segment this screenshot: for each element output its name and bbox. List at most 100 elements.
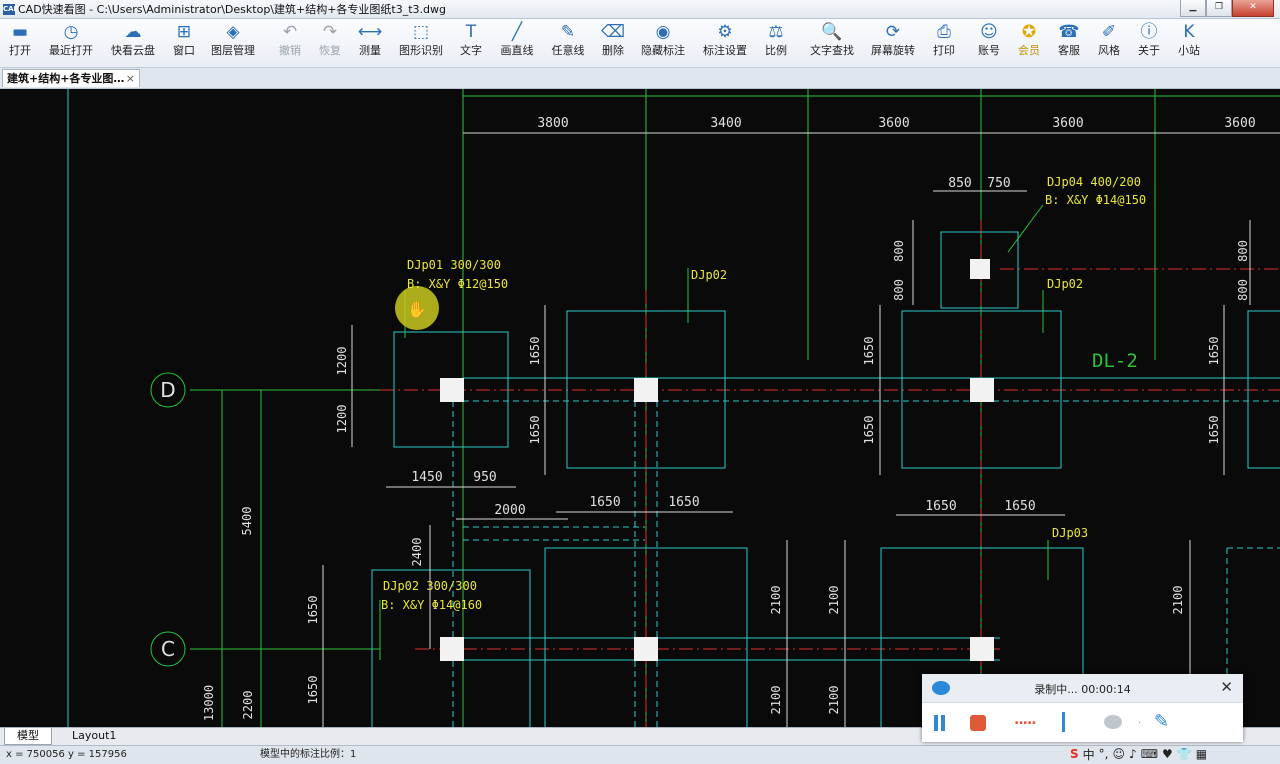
coordinates-readout: x = 750056 y = 157956	[6, 749, 127, 760]
dim-text: 2000	[494, 503, 525, 518]
minimize-button[interactable]: ▁	[1180, 0, 1206, 17]
site-icon: K	[1183, 22, 1195, 42]
close-tab-icon[interactable]: ×	[126, 70, 135, 87]
toolbar-button-site[interactable]: K 小站	[1159, 21, 1219, 65]
dim-text: 750	[987, 176, 1010, 191]
dim-text: 3600	[1224, 116, 1255, 131]
pencil-icon[interactable]: ✎	[1154, 711, 1169, 732]
toolbar-button-scale[interactable]: ⚖ 比例	[746, 21, 806, 65]
drawing-canvas[interactable]: ✋ 3800 3400 3600 3600 3600 850 750 1450 …	[0, 89, 1280, 727]
dim-text: 800	[892, 240, 906, 262]
tab-layout1[interactable]: Layout1	[60, 728, 128, 744]
window-controls: ▁ ❐ ✕	[1180, 0, 1274, 17]
column	[970, 259, 990, 279]
dim-text: 1450	[411, 470, 442, 485]
document-tab-label: 建筑+结构+各专业图…	[7, 72, 125, 85]
tray-item[interactable]: °,	[1099, 747, 1109, 761]
beam-label: DL-2	[1092, 350, 1138, 372]
webcam-icon[interactable]	[1104, 715, 1122, 729]
toolbar-button-label: 最近打开	[49, 44, 93, 57]
toolbar-button-label: 图层管理	[211, 44, 255, 57]
column	[634, 637, 658, 661]
dim-text: 2400	[410, 538, 424, 567]
column	[440, 637, 464, 661]
tray-item[interactable]: ♪	[1129, 747, 1137, 761]
tray-item[interactable]: 👕	[1177, 747, 1192, 761]
footing-label: DJp02	[691, 268, 727, 282]
toolbar-button-clock[interactable]: ◷ 最近打开	[41, 21, 101, 65]
dim-text: 5400	[240, 507, 254, 536]
footing-label: DJp02 300/300	[383, 579, 477, 593]
dim-text: 800	[892, 279, 906, 301]
hand-cursor-icon: ✋	[407, 300, 427, 319]
dim-text: 1650	[528, 416, 542, 445]
footing-label: DJp03	[1052, 526, 1088, 540]
close-icon[interactable]: ✕	[1220, 678, 1233, 696]
system-tray: S 中 °, ☺ ♪ ⌨ ♥ 👕 ▦	[1070, 745, 1207, 763]
dim-text: 1650	[862, 337, 876, 366]
toolbar-button-layers[interactable]: ◈ 图层管理	[203, 21, 263, 65]
annotation-scale-text: 模型中的标注比例：1	[260, 749, 357, 760]
dim-text: 13000	[202, 685, 216, 721]
toolbar-button-text-search[interactable]: 🔍 文字查找	[802, 21, 862, 65]
recorder-level-dots: .....	[1014, 712, 1037, 728]
dim-text: 800	[1236, 279, 1250, 301]
dim-text: 1200	[335, 405, 349, 434]
dim-text: 2100	[769, 686, 783, 715]
recording-status: 录制中... 00:00:14	[1034, 683, 1131, 696]
dim-text: 950	[473, 470, 496, 485]
pen-tool-icon[interactable]	[1062, 712, 1077, 732]
dim-text: 1650	[862, 416, 876, 445]
chevron-down-icon[interactable]: ·	[1138, 718, 1141, 729]
tray-item[interactable]: ⌨	[1141, 747, 1158, 761]
column	[440, 378, 464, 402]
footing-label: B: X&Y Φ14@150	[1045, 193, 1146, 207]
toolbar-button-eye[interactable]: ◉ 隐藏标注	[633, 21, 693, 65]
column	[970, 378, 994, 402]
dim-text: 3800	[537, 116, 568, 131]
tray-item[interactable]: ☺	[1113, 747, 1126, 761]
dim-text: 2100	[827, 686, 841, 715]
clock-icon: ◷	[63, 22, 79, 42]
dim-text: 2100	[1171, 586, 1185, 615]
toolbar-button-label: 文字查找	[810, 44, 854, 57]
dim-text: 2100	[769, 586, 783, 615]
tray-item[interactable]: ▦	[1196, 747, 1207, 761]
dim-text: 2200	[241, 691, 255, 720]
column	[634, 378, 658, 402]
footing-label: DJp01 300/300	[407, 258, 501, 272]
grid-label-c: C	[161, 637, 175, 661]
stop-icon[interactable]	[970, 715, 986, 731]
tray-item[interactable]: ♥	[1162, 747, 1173, 761]
restore-button[interactable]: ❐	[1206, 0, 1232, 17]
document-tab[interactable]: 建筑+结构+各专业图… ×	[2, 69, 140, 87]
dim-text: 1650	[306, 596, 320, 625]
dim-text: 3600	[1052, 116, 1083, 131]
tray-item[interactable]: 中	[1083, 746, 1095, 763]
dim-text: 800	[1236, 240, 1250, 262]
dim-text: 1650	[528, 337, 542, 366]
dim-text: 1200	[335, 347, 349, 376]
ime-logo-icon[interactable]: S	[1070, 747, 1079, 761]
tab-model[interactable]: 模型	[4, 728, 52, 745]
dim-text: 1650	[668, 495, 699, 510]
toolbar-button-label: 小站	[1178, 44, 1200, 57]
text-search-icon: 🔍	[821, 22, 843, 42]
column	[970, 637, 994, 661]
footing-label: DJp04 400/200	[1047, 175, 1141, 189]
screen-recorder-panel: 录制中... 00:00:14 ✕ ..... · ✎	[922, 674, 1243, 742]
window-title: CAD快速看图 - C:\Users\Administrator\Desktop…	[18, 3, 447, 16]
title-bar: CAD CAD快速看图 - C:\Users\Administrator\Des…	[0, 0, 1280, 19]
layers-icon: ◈	[226, 22, 240, 42]
document-tab-bar: 建筑+结构+各专业图… ×	[0, 68, 1280, 89]
dim-text: 1650	[1004, 499, 1035, 514]
footing-label: B: X&Y Φ14@160	[381, 598, 482, 612]
dim-text: 3400	[710, 116, 741, 131]
dim-text: 1650	[1207, 416, 1221, 445]
footing-label: DJp02	[1047, 277, 1083, 291]
pause-icon[interactable]	[934, 715, 938, 731]
cad-drawing: ✋ 3800 3400 3600 3600 3600 850 750 1450 …	[67, 89, 1280, 727]
dim-text: 1650	[1207, 337, 1221, 366]
toolbar-button-label: 比例	[765, 44, 787, 57]
close-button[interactable]: ✕	[1232, 0, 1274, 17]
